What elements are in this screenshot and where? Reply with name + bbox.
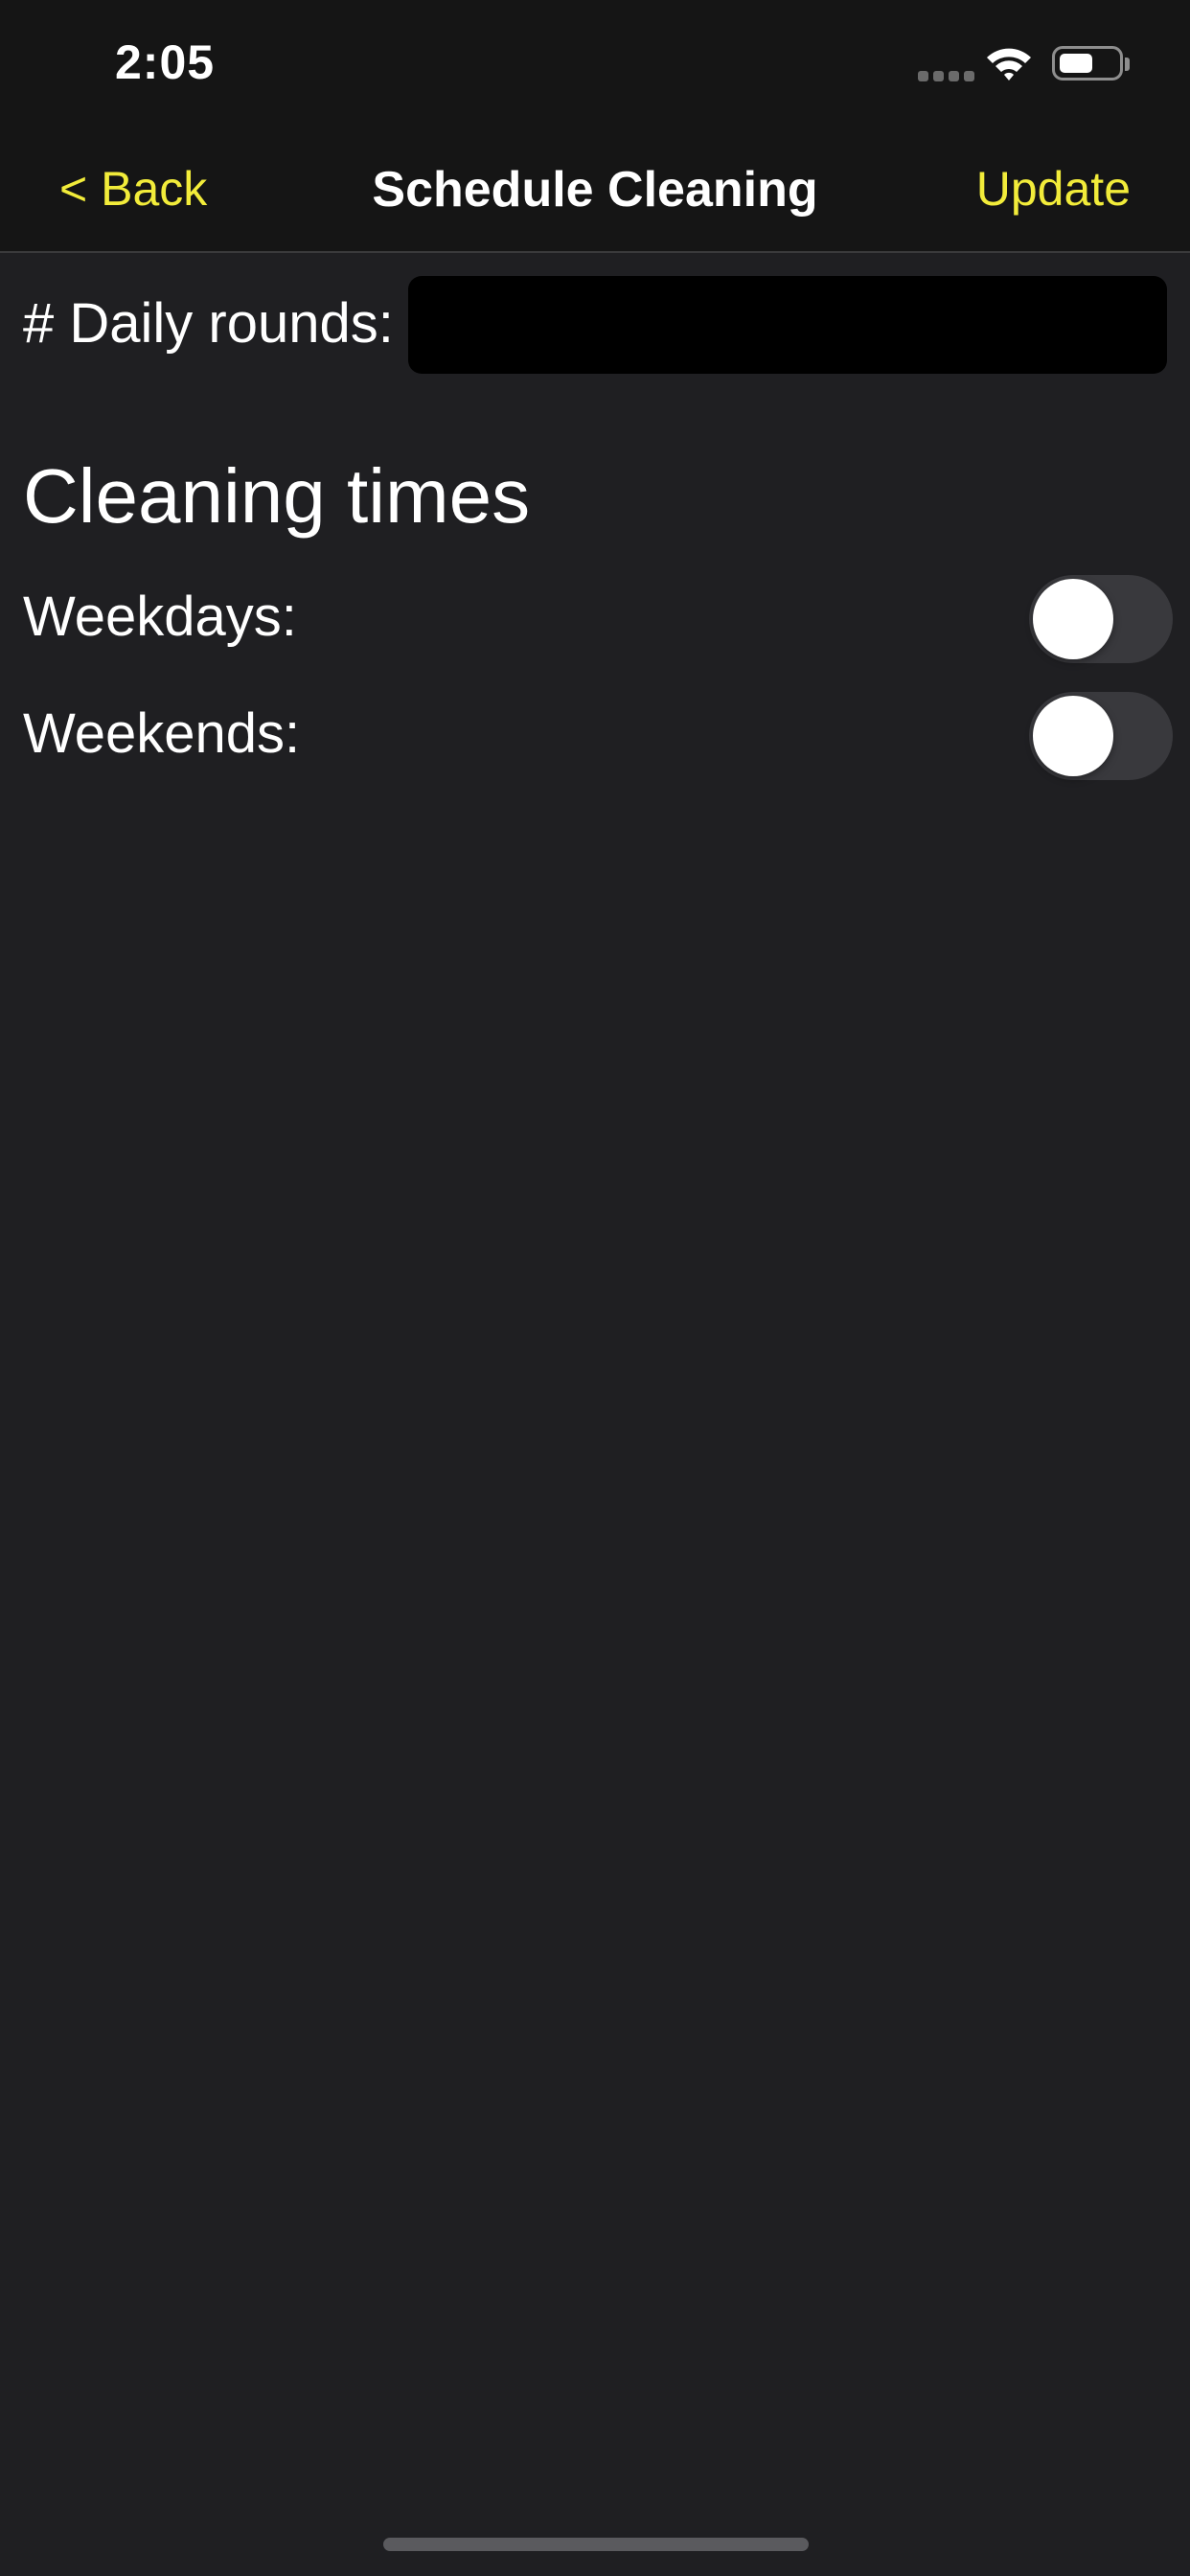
- battery-nub: [1125, 58, 1130, 71]
- status-time: 2:05: [115, 35, 216, 89]
- weekdays-label: Weekdays:: [23, 586, 297, 648]
- cleaning-times-heading: Cleaning times: [23, 453, 531, 539]
- wifi-icon: [985, 44, 1033, 82]
- signal-icon: [918, 71, 975, 82]
- daily-rounds-input[interactable]: [408, 276, 1167, 374]
- weekdays-toggle[interactable]: [1029, 575, 1173, 663]
- update-button[interactable]: Update: [976, 161, 1131, 217]
- navigation-bar: < Back Schedule Cleaning Update: [0, 126, 1190, 253]
- daily-rounds-label: # Daily rounds:: [23, 292, 394, 355]
- status-bar: 2:05: [0, 0, 1190, 126]
- toggle-knob: [1033, 579, 1113, 659]
- home-indicator[interactable]: [383, 2538, 809, 2551]
- toggle-knob: [1033, 696, 1113, 776]
- weekends-toggle[interactable]: [1029, 692, 1173, 780]
- battery-icon: [1052, 46, 1123, 80]
- battery-fill: [1060, 54, 1092, 73]
- weekends-label: Weekends:: [23, 702, 301, 765]
